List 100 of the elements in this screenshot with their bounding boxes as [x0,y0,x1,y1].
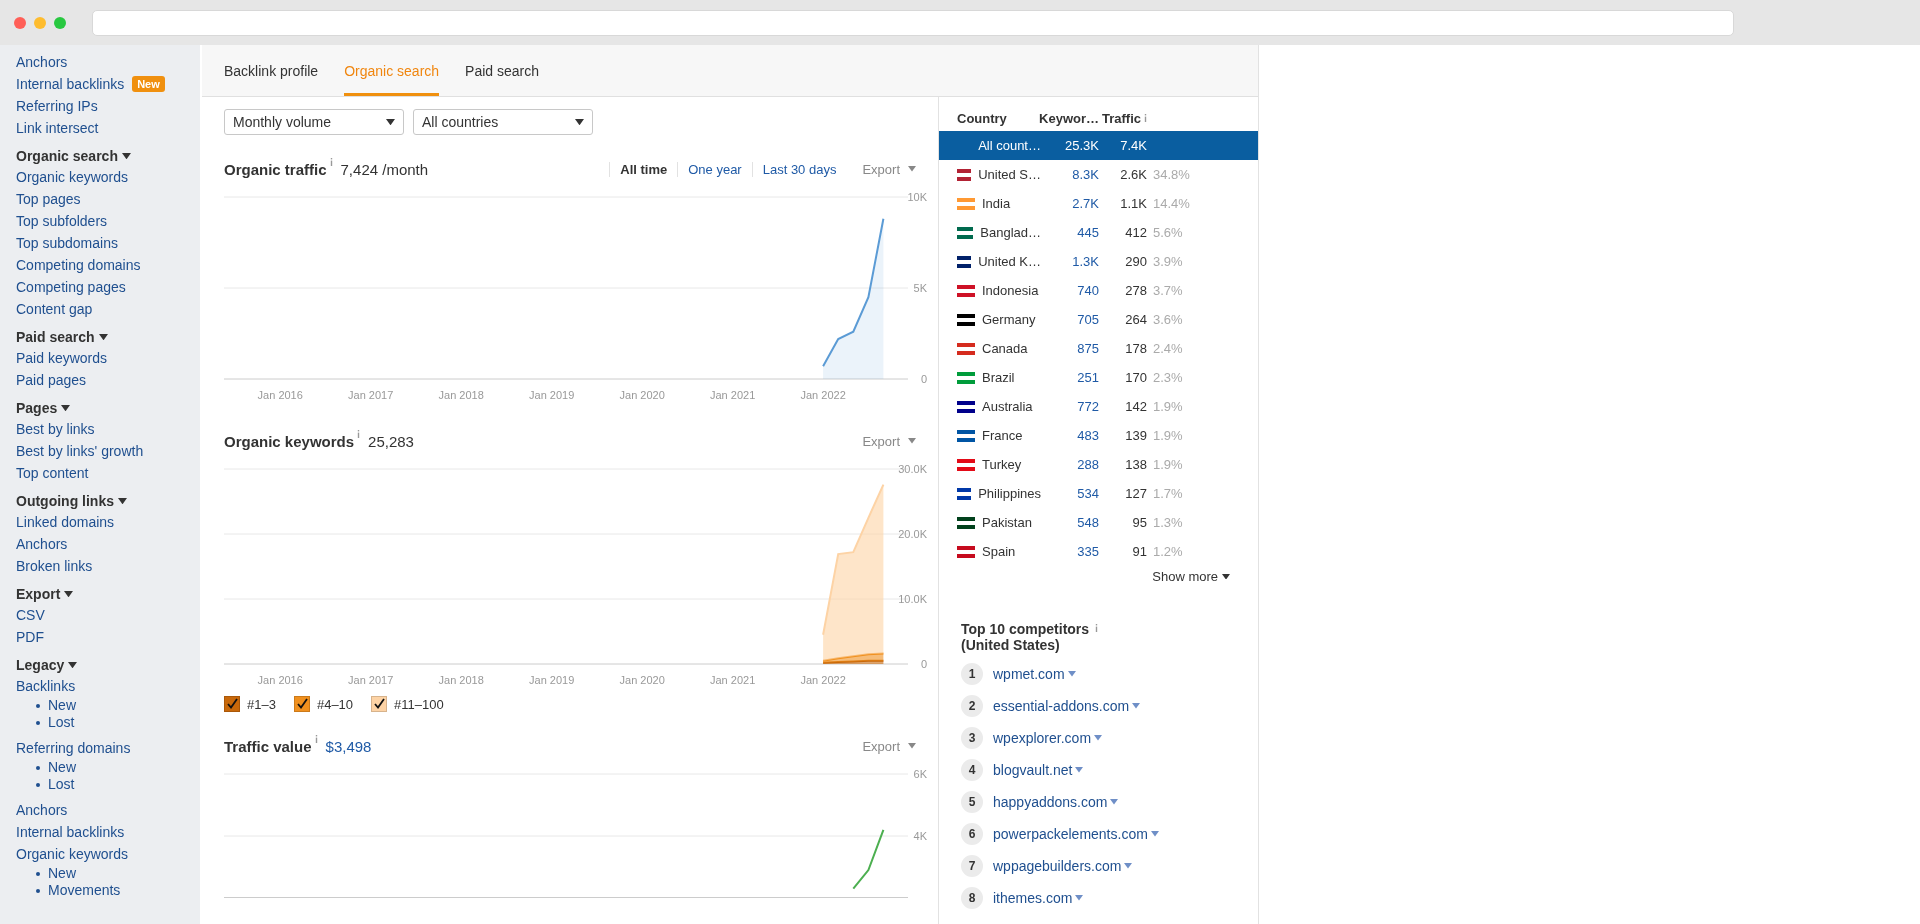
rank-number: 1 [961,663,983,685]
sidebar-link[interactable]: Internal backlinks [16,73,125,95]
dropdown[interactable]: Monthly volume [224,109,404,135]
legend-item[interactable]: #4–10 [293,696,354,712]
caret-icon [1132,703,1141,709]
checkbox[interactable] [371,696,388,712]
show-more-button[interactable]: Show more [1146,568,1236,585]
traffic-value: 278 [1124,283,1147,298]
traffic-value: 2.6K [1119,167,1147,182]
sidebar-link[interactable]: Lost [48,714,75,731]
sidebar-link[interactable]: Broken links [16,555,93,577]
competitor-link[interactable]: ithemes.com [993,890,1084,906]
caret-icon [64,590,74,598]
dropdown[interactable]: All countries [413,109,593,135]
sidebar-link[interactable]: Anchors [16,799,68,821]
legend-label: #11–100 [394,696,444,712]
competitor-link[interactable]: essential-addons.com [993,698,1141,714]
sidebar-link[interactable]: Top subfolders [16,210,108,232]
sidebar-link[interactable]: New [48,759,76,776]
sidebar-link[interactable]: Paid keywords [16,347,108,369]
caret-icon [386,118,395,126]
section-title: Legacy [16,657,65,673]
country-name: Turkey [982,457,1022,472]
competitor-link[interactable]: powerpackelements.com [993,826,1159,842]
rank-number: 8 [961,887,983,909]
section-heading[interactable]: Pages [16,400,200,416]
competitor-link[interactable]: wpexplorer.com [993,730,1103,746]
section-heading[interactable]: Paid search [16,329,200,345]
section-heading[interactable]: Export [16,586,200,602]
sidebar-link[interactable]: Best by links' growth [16,440,144,462]
sidebar-link[interactable]: Top subdomains [16,232,118,254]
info-icon [357,430,361,438]
sidebar-link[interactable]: PDF [16,626,44,648]
competitors-title: Top 10 competitors (United States) [961,621,1090,653]
export-button[interactable]: Export [862,161,916,177]
legend-item[interactable]: #1–3 [224,696,276,712]
rank-number: 2 [961,695,983,717]
sidebar-link[interactable]: Link intersect [16,117,99,139]
competitor-link[interactable]: blogvault.net [993,762,1084,778]
checkbox[interactable] [293,696,310,712]
traffic-share: 3.7% [1152,283,1184,298]
rank-number: 3 [961,727,983,749]
sidebar-link[interactable]: CSV [16,604,45,626]
caret-icon [1124,863,1133,869]
range-tab[interactable]: All time [609,161,678,177]
sidebar-link[interactable]: Referring domains [16,737,131,759]
caret-icon [121,152,131,160]
maximize-window-icon[interactable] [54,16,66,29]
legend-item[interactable]: #11–100 [371,696,444,712]
sidebar-link[interactable]: Movements [48,882,121,899]
range-tab[interactable]: One year [677,161,752,177]
sidebar-link[interactable]: Organic keywords [16,843,129,865]
sidebar-link[interactable]: Competing pages [16,276,126,298]
sidebar-link[interactable]: Linked domains [16,511,115,533]
caret-icon [575,118,584,126]
section-heading[interactable]: Legacy [16,657,200,673]
sidebar-link[interactable]: Organic keywords [16,166,129,188]
sidebar-link[interactable]: New [48,697,76,714]
keywords-value: 8.3K [1071,167,1099,182]
column-header: Traffic [1102,110,1141,126]
competitor-link[interactable]: happyaddons.com [993,794,1119,810]
address-bar[interactable] [92,9,1734,36]
sidebar-link[interactable]: Paid pages [16,369,87,391]
bullet-icon [36,703,40,708]
sidebar-link[interactable]: Lost [48,776,75,793]
tab[interactable]: Backlink profile [224,45,319,96]
section-heading[interactable]: Organic search [16,148,200,164]
minimize-window-icon[interactable] [34,16,46,29]
export-button[interactable]: Export [862,433,916,449]
sidebar-link[interactable]: Content gap [16,298,93,320]
competitor-link[interactable]: wppagebuilders.com [993,858,1133,874]
sidebar-link[interactable]: Top pages [16,188,81,210]
tab[interactable]: Paid search [465,45,540,96]
country-row[interactable]: All count… 25.3K 7.4K [939,131,1258,160]
sidebar-link[interactable]: Best by links [16,418,95,440]
traffic-share: 5.6% [1152,225,1184,240]
axis-label: Jan 2021 [710,389,756,401]
axis-label: Jan 2022 [800,674,846,686]
sidebar-link[interactable]: Competing domains [16,254,141,276]
export-button[interactable]: Export [862,738,916,754]
keywords-value: 288 [1076,457,1099,472]
section-heading[interactable]: Outgoing links [16,493,200,509]
competitor-link[interactable]: wpmet.com [993,666,1076,682]
keywords-value: 875 [1076,341,1099,356]
axis-label: Jan 2017 [348,674,394,686]
axis-label: Jan 2018 [438,389,484,401]
sidebar-link[interactable]: Top content [16,462,89,484]
axis-label: 30.0K [898,463,927,475]
keywords-value: 335 [1076,544,1099,559]
close-window-icon[interactable] [14,16,26,29]
sidebar-link[interactable]: New [48,865,76,882]
sidebar-link[interactable]: Referring IPs [16,95,98,117]
metric-link[interactable]: $3,498 [325,737,372,755]
range-tab[interactable]: Last 30 days [751,161,847,177]
sidebar-link[interactable]: Anchors [16,51,68,73]
sidebar-link[interactable]: Backlinks [16,675,76,697]
sidebar-link[interactable]: Anchors [16,533,68,555]
info-icon [329,158,333,166]
sidebar-link[interactable]: Internal backlinks [16,821,125,843]
checkbox[interactable] [224,696,240,712]
